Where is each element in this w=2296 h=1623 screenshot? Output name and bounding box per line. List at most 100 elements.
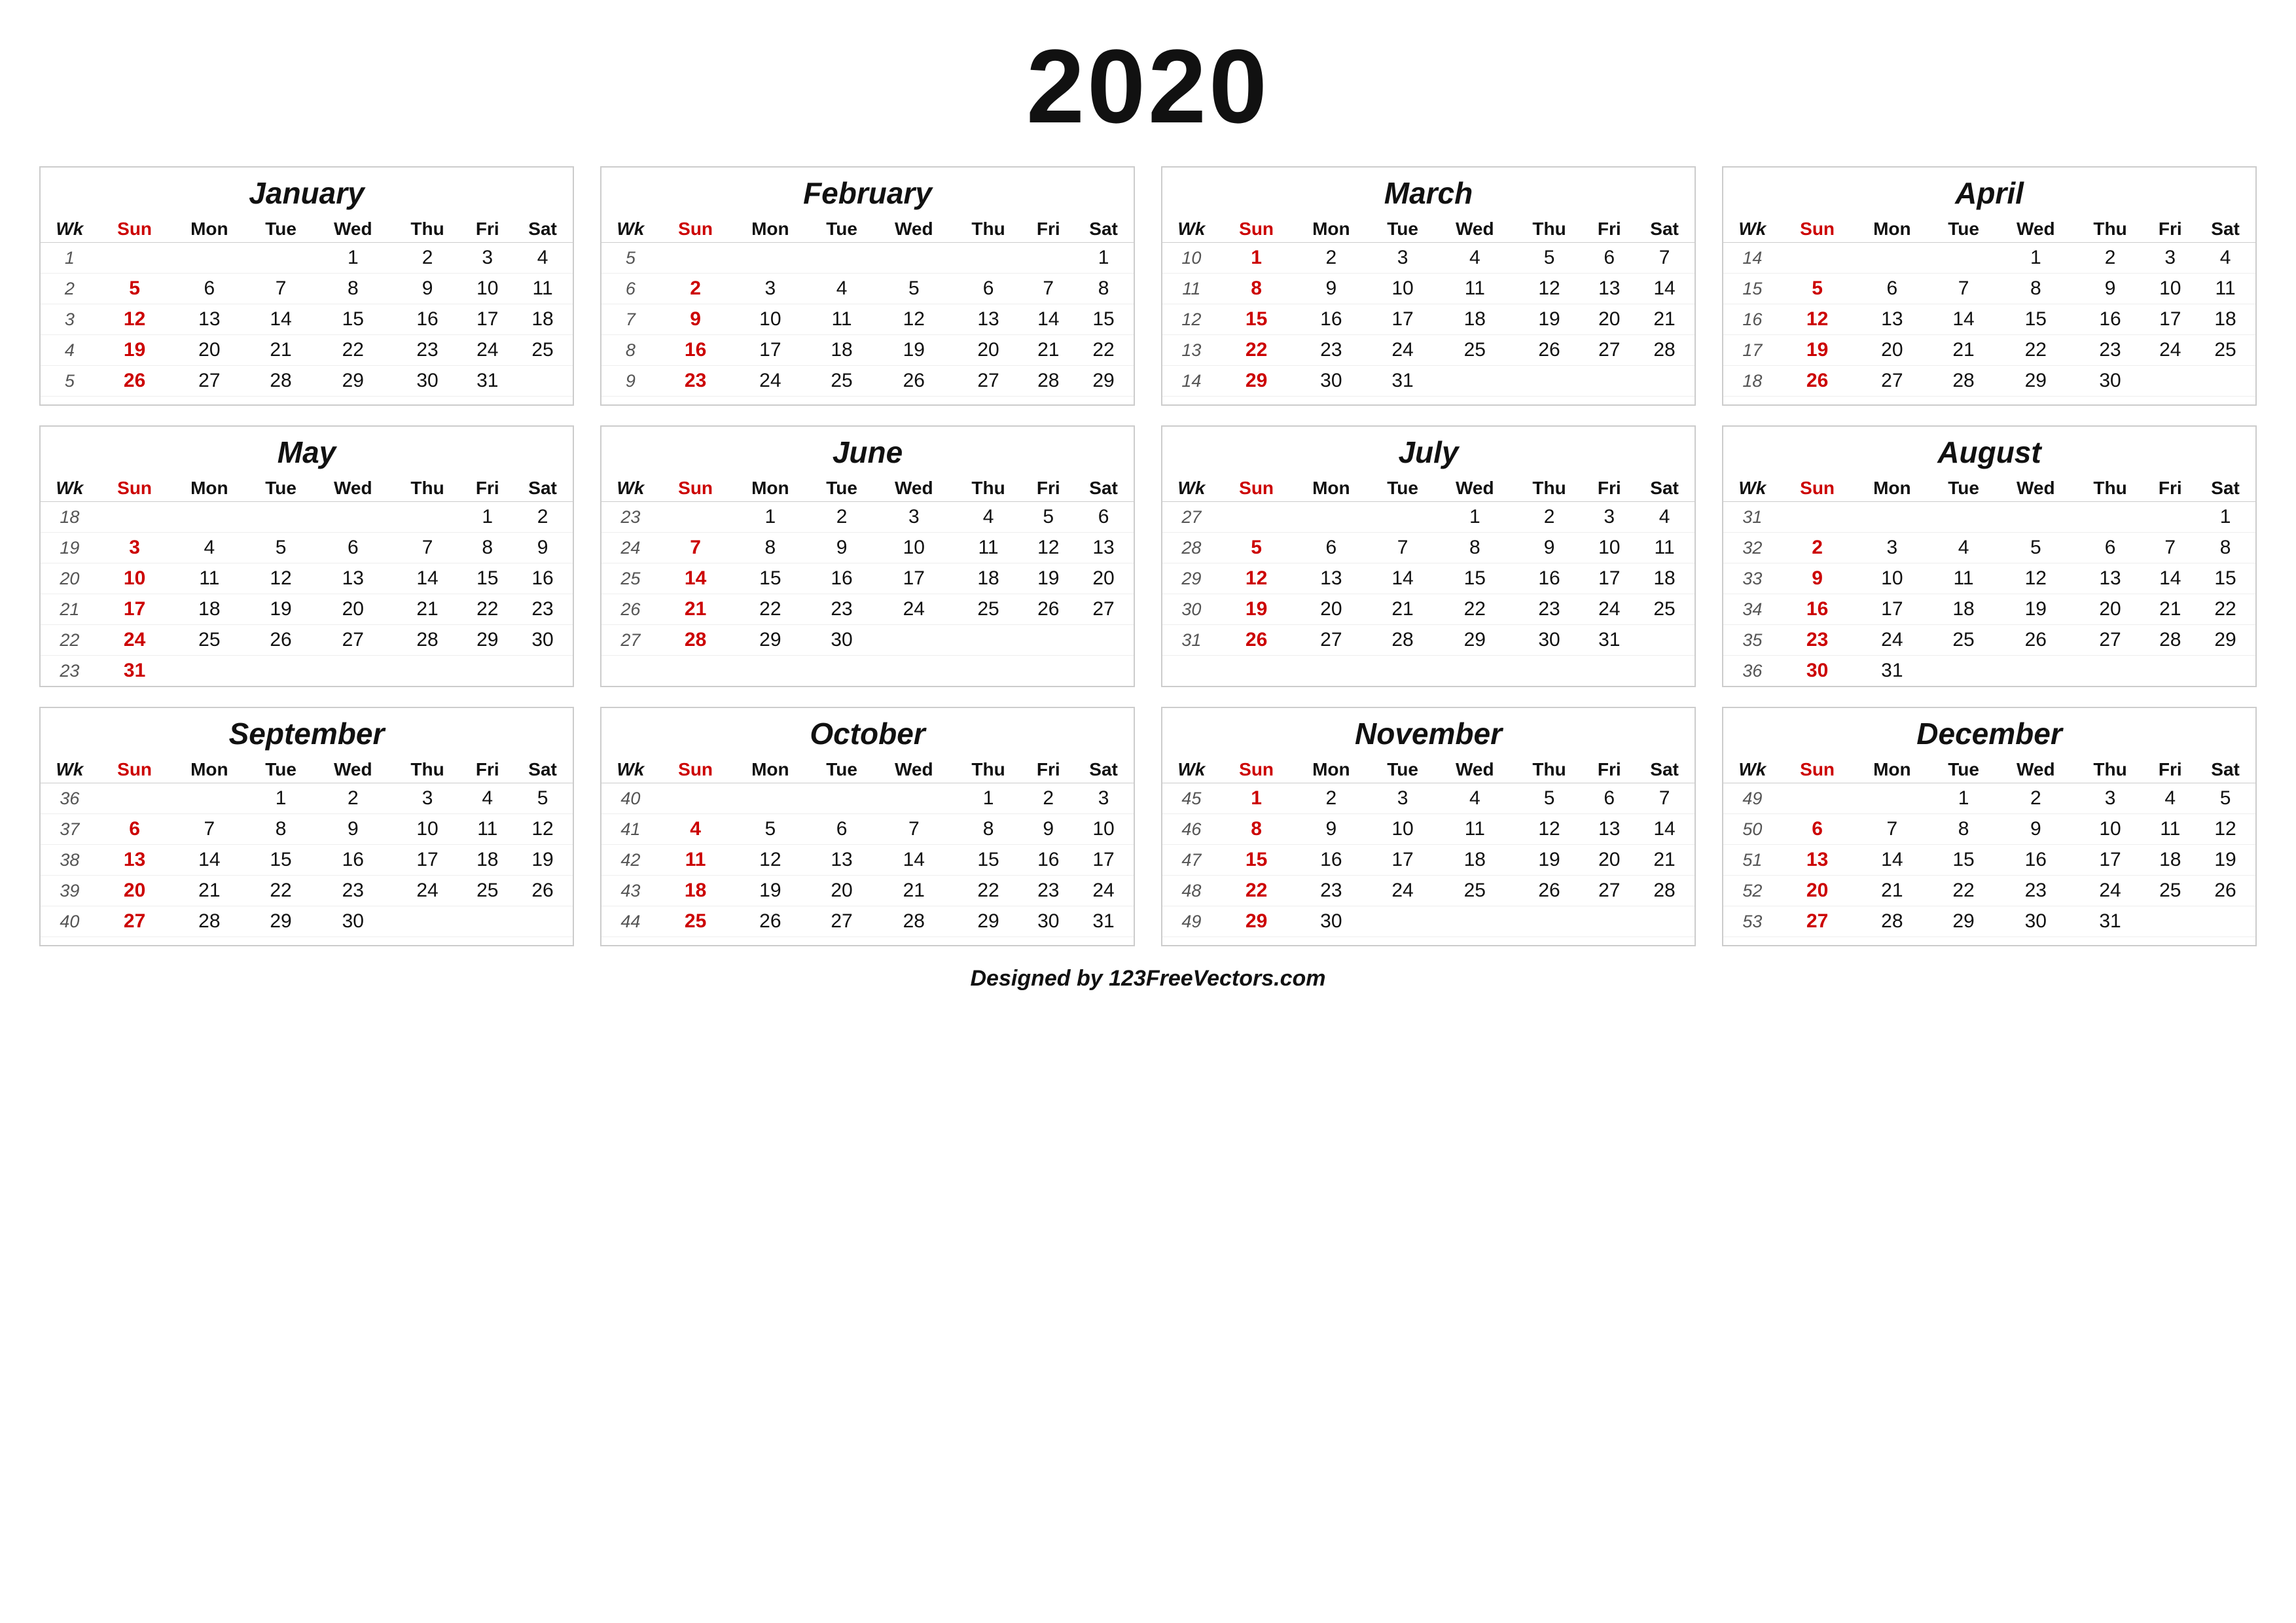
day-cell: 8: [954, 814, 1024, 845]
table-row: 46891011121314: [1162, 814, 1695, 845]
day-cell: [1515, 906, 1585, 937]
col-header-sat: Sat: [1073, 216, 1134, 243]
sunday-cell: 2: [660, 274, 732, 304]
day-cell: 2: [1515, 502, 1585, 533]
table-row: 4318192021222324: [601, 876, 1134, 906]
day-cell: [954, 625, 1024, 656]
table-row: 419202122232425: [41, 335, 573, 366]
day-cell: 21: [1370, 594, 1435, 625]
day-cell: [2145, 656, 2195, 687]
table-row: 923242526272829: [601, 366, 1134, 397]
day-cell: [1584, 397, 1634, 405]
week-number: [1723, 937, 1782, 946]
day-cell: [731, 783, 809, 814]
week-number: 48: [1162, 876, 1221, 906]
day-cell: [170, 656, 248, 687]
sunday-cell: 22: [1221, 876, 1293, 906]
day-cell: [2195, 656, 2255, 687]
day-cell: [1853, 243, 1931, 274]
day-cell: 26: [874, 366, 954, 397]
col-header-wed: Wed: [874, 757, 954, 783]
day-cell: 24: [1370, 876, 1435, 906]
table-row: [601, 656, 1134, 664]
sunday-cell: 29: [1221, 366, 1293, 397]
table-row: 2224252627282930: [41, 625, 573, 656]
col-header-tue: Tue: [809, 216, 874, 243]
table-row: 4145678910: [601, 814, 1134, 845]
day-cell: 17: [462, 304, 512, 335]
day-cell: [1073, 397, 1134, 405]
day-cell: 22: [314, 335, 393, 366]
col-header-sun: Sun: [1782, 475, 1854, 502]
day-cell: 31: [1073, 906, 1134, 937]
day-cell: 1: [1931, 783, 1996, 814]
day-cell: 6: [314, 533, 393, 563]
sunday-cell: 6: [1782, 814, 1854, 845]
month-name: August: [1723, 427, 2255, 475]
sunday-cell: 17: [99, 594, 171, 625]
week-number: 36: [1723, 656, 1782, 687]
col-header-wk: Wk: [601, 475, 660, 502]
sunday-cell: 5: [99, 274, 171, 304]
day-cell: [1996, 937, 2075, 946]
day-cell: 23: [1292, 335, 1370, 366]
day-cell: 2: [512, 502, 573, 533]
day-cell: 2: [314, 783, 393, 814]
col-header-tue: Tue: [248, 216, 314, 243]
week-number: 23: [41, 656, 99, 687]
col-header-sat: Sat: [512, 216, 573, 243]
table-row: 4715161718192021: [1162, 845, 1695, 876]
day-cell: 13: [954, 304, 1024, 335]
day-cell: [1370, 502, 1435, 533]
day-cell: [1634, 656, 1695, 664]
day-cell: 20: [954, 335, 1024, 366]
day-cell: 22: [1435, 594, 1515, 625]
week-number: 21: [41, 594, 99, 625]
day-cell: 28: [248, 366, 314, 397]
day-cell: 10: [1584, 533, 1634, 563]
day-cell: 15: [1073, 304, 1134, 335]
day-cell: 21: [1853, 876, 1931, 906]
table-row: 2478910111213: [601, 533, 1134, 563]
col-header-sun: Sun: [660, 757, 732, 783]
col-header-thu: Thu: [2075, 475, 2145, 502]
month-name: April: [1723, 168, 2255, 216]
col-header-mon: Mon: [170, 757, 248, 783]
day-cell: 25: [1435, 876, 1515, 906]
col-header-fri: Fri: [462, 757, 512, 783]
col-header-thu: Thu: [954, 757, 1024, 783]
day-cell: 23: [1996, 876, 2075, 906]
table-row: 182627282930: [1723, 366, 2255, 397]
day-cell: 23: [1515, 594, 1585, 625]
day-cell: 9: [2075, 274, 2145, 304]
day-cell: 18: [1931, 594, 1996, 625]
day-cell: 23: [1292, 876, 1370, 906]
col-header-thu: Thu: [393, 475, 463, 502]
sunday-cell: 27: [1782, 906, 1854, 937]
day-cell: 28: [1634, 335, 1695, 366]
day-cell: 17: [731, 335, 809, 366]
table-row: 2331: [41, 656, 573, 687]
table-row: 4912345: [1723, 783, 2255, 814]
day-cell: [314, 937, 393, 946]
day-cell: 7: [170, 814, 248, 845]
table-row: 1719202122232425: [1723, 335, 2255, 366]
week-number: 49: [1723, 783, 1782, 814]
day-cell: 25: [512, 335, 573, 366]
day-cell: [731, 656, 809, 664]
day-cell: 24: [731, 366, 809, 397]
week-number: [601, 656, 660, 664]
day-cell: [809, 937, 874, 946]
sunday-cell: 29: [1221, 906, 1293, 937]
week-number: 31: [1723, 502, 1782, 533]
day-cell: [462, 397, 512, 405]
col-header-thu: Thu: [2075, 216, 2145, 243]
day-cell: 9: [809, 533, 874, 563]
day-cell: 14: [1370, 563, 1435, 594]
col-header-mon: Mon: [1853, 475, 1931, 502]
day-cell: 30: [809, 625, 874, 656]
day-cell: [2075, 397, 2145, 405]
day-cell: 17: [1073, 845, 1134, 876]
day-cell: 31: [1584, 625, 1634, 656]
table-row: [601, 397, 1134, 405]
